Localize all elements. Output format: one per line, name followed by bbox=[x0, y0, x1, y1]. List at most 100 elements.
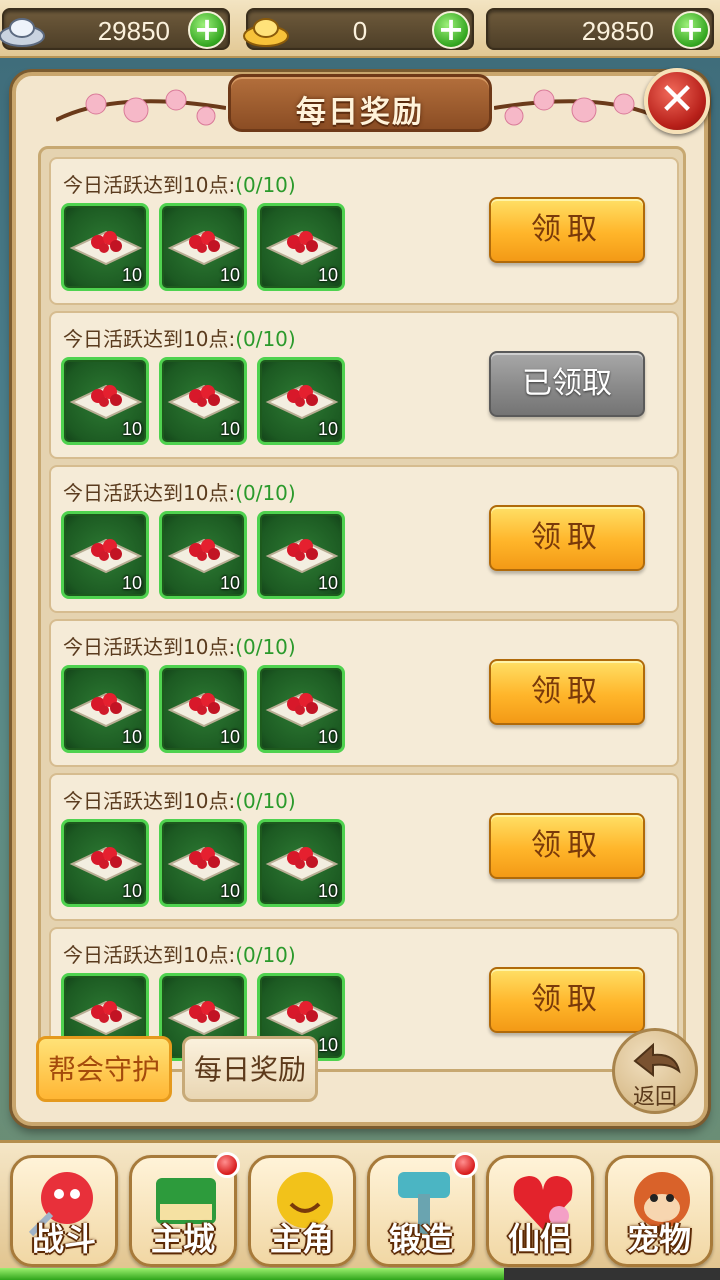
reward-item[interactable]: 10 bbox=[159, 511, 247, 599]
item-quantity: 10 bbox=[219, 881, 240, 901]
item-quantity: 10 bbox=[219, 727, 240, 747]
third-value: 29850 bbox=[581, 16, 654, 46]
tab-guild-guard[interactable]: 帮会守护 bbox=[36, 1036, 172, 1102]
claim-button[interactable]: 领取 bbox=[489, 197, 645, 263]
item-quantity: 10 bbox=[121, 419, 142, 439]
reward-condition: 今日活跃达到10点:(0/10) bbox=[63, 323, 296, 352]
item-quantity: 10 bbox=[317, 419, 338, 439]
close-button[interactable]: ✕ bbox=[644, 68, 710, 134]
claim-button[interactable]: 领取 bbox=[489, 505, 645, 571]
nav-label: 锻造 bbox=[388, 1220, 453, 1258]
notification-dot bbox=[452, 1152, 478, 1178]
condition-text: 今日活跃达到10点: bbox=[63, 789, 236, 813]
back-button[interactable]: 返回 bbox=[612, 1028, 698, 1114]
blossom-right-decoration bbox=[494, 89, 664, 126]
reward-item[interactable]: 10 bbox=[159, 819, 247, 907]
item-quantity: 10 bbox=[317, 573, 338, 593]
nav-city-gate[interactable]: 主城 bbox=[129, 1152, 240, 1267]
reward-list[interactable]: 今日活跃达到10点:(0/10) 10 10 10 领取 今日活跃达到10点:(0/10)… bbox=[38, 146, 686, 1072]
silver-currency: 29850 + bbox=[0, 8, 230, 50]
gold-currency: 0 + bbox=[243, 8, 474, 50]
reward-item[interactable]: 10 bbox=[257, 511, 345, 599]
add-gold-button[interactable]: + bbox=[432, 11, 470, 49]
close-icon: ✕ bbox=[658, 74, 696, 125]
nav-label: 仙侣 bbox=[507, 1220, 572, 1258]
exp-progress-fill bbox=[0, 1268, 504, 1280]
condition-progress: (0/10) bbox=[235, 635, 296, 659]
condition-progress: (0/10) bbox=[235, 327, 296, 351]
nav-hammer[interactable]: 锻造 bbox=[367, 1152, 478, 1267]
condition-text: 今日活跃达到10点: bbox=[63, 635, 236, 659]
reward-item[interactable]: 10 bbox=[257, 819, 345, 907]
item-quantity: 10 bbox=[121, 265, 142, 285]
reward-condition: 今日活跃达到10点:(0/10) bbox=[63, 785, 296, 814]
reward-item[interactable]: 10 bbox=[61, 665, 149, 753]
condition-progress: (0/10) bbox=[235, 481, 296, 505]
add-silver-button[interactable]: + bbox=[188, 11, 226, 49]
reward-condition: 今日活跃达到10点:(0/10) bbox=[63, 169, 296, 198]
back-label: 返回 bbox=[632, 1085, 677, 1110]
add-third-button[interactable]: + bbox=[672, 11, 710, 49]
item-quantity: 10 bbox=[121, 881, 142, 901]
condition-progress: (0/10) bbox=[235, 943, 296, 967]
reward-item[interactable]: 10 bbox=[159, 203, 247, 291]
item-quantity: 10 bbox=[121, 727, 142, 747]
silver-ingot-icon bbox=[0, 18, 45, 47]
reward-row: 今日活跃达到10点:(0/10) 10 10 10 领取 bbox=[49, 773, 679, 921]
tab-daily-reward[interactable]: 每日奖励 bbox=[182, 1036, 318, 1102]
reward-item[interactable]: 10 bbox=[61, 203, 149, 291]
daily-reward-panel: 今日活跃达到10点:(0/10) 10 10 10 领取 今日活跃达到10点:(0/10)… bbox=[12, 72, 708, 1126]
reward-row: 今日活跃达到10点:(0/10) 10 10 10 领取 bbox=[49, 465, 679, 613]
item-quantity: 10 bbox=[317, 265, 338, 285]
item-quantity: 10 bbox=[121, 573, 142, 593]
reward-item[interactable]: 10 bbox=[61, 357, 149, 445]
nav-monkey[interactable]: 宠物 bbox=[605, 1155, 713, 1267]
item-quantity: 10 bbox=[219, 573, 240, 593]
item-quantity: 10 bbox=[317, 727, 338, 747]
condition-progress: (0/10) bbox=[235, 173, 296, 197]
nav-label: 主角 bbox=[269, 1220, 334, 1258]
reward-row: 今日活跃达到10点:(0/10) 10 10 10 领取 bbox=[49, 157, 679, 305]
reward-condition: 今日活跃达到10点:(0/10) bbox=[63, 631, 296, 660]
nav-fighter[interactable]: 战斗 bbox=[10, 1155, 118, 1267]
panel-title-plate: 每日奖励 bbox=[228, 74, 492, 132]
item-quantity: 10 bbox=[317, 881, 338, 901]
claim-button[interactable]: 领取 bbox=[489, 967, 645, 1033]
condition-text: 今日活跃达到10点: bbox=[63, 327, 236, 351]
reward-condition: 今日活跃达到10点:(0/10) bbox=[63, 477, 296, 506]
notification-dot bbox=[214, 1152, 240, 1178]
item-quantity: 10 bbox=[317, 1035, 338, 1055]
nav-label: 主城 bbox=[150, 1220, 215, 1258]
condition-progress: (0/10) bbox=[235, 789, 296, 813]
nav-hero-face[interactable]: 主角 bbox=[248, 1155, 356, 1267]
claim-button[interactable]: 领取 bbox=[489, 813, 645, 879]
reward-item[interactable]: 10 bbox=[61, 511, 149, 599]
nav-heart-flower[interactable]: 仙侣 bbox=[486, 1155, 594, 1267]
currency-bar: 29850 + 0 + 29850 + bbox=[0, 0, 720, 58]
reward-item[interactable]: 10 bbox=[61, 819, 149, 907]
item-quantity: 10 bbox=[219, 265, 240, 285]
condition-text: 今日活跃达到10点: bbox=[63, 943, 236, 967]
item-quantity: 10 bbox=[219, 419, 240, 439]
panel-title: 每日奖励 bbox=[296, 95, 424, 130]
reward-condition: 今日活跃达到10点:(0/10) bbox=[63, 939, 296, 968]
nav-label: 宠物 bbox=[626, 1220, 691, 1258]
reward-row: 今日活跃达到10点:(0/10) 10 10 10 领取 bbox=[49, 619, 679, 767]
bottom-nav: 战斗 主城 主角 锻造 仙侣 宠物 bbox=[0, 1140, 720, 1280]
nav-label: 战斗 bbox=[31, 1220, 96, 1258]
reward-row: 今日活跃达到10点:(0/10) 10 10 10 已领取 bbox=[49, 311, 679, 459]
claimed-button[interactable]: 已领取 bbox=[489, 351, 645, 417]
condition-text: 今日活跃达到10点: bbox=[63, 173, 236, 197]
back-arrow-icon bbox=[633, 1042, 681, 1078]
reward-item[interactable]: 10 bbox=[257, 357, 345, 445]
blossom-left-decoration bbox=[56, 89, 226, 126]
condition-text: 今日活跃达到10点: bbox=[63, 481, 236, 505]
reward-item[interactable]: 10 bbox=[257, 665, 345, 753]
exp-progress-bar bbox=[0, 1268, 720, 1280]
third-currency: 29850 + bbox=[486, 8, 714, 50]
reward-item[interactable]: 10 bbox=[257, 203, 345, 291]
silver-value: 29850 bbox=[97, 16, 170, 46]
claim-button[interactable]: 领取 bbox=[489, 659, 645, 725]
reward-item[interactable]: 10 bbox=[159, 357, 247, 445]
reward-item[interactable]: 10 bbox=[159, 665, 247, 753]
